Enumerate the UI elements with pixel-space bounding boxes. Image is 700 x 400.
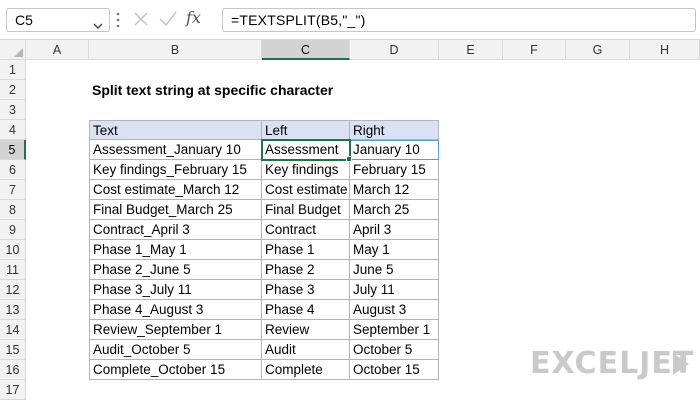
right-cell[interactable]: August 3: [350, 300, 439, 320]
chevron-down-icon[interactable]: [93, 17, 103, 35]
left-cell[interactable]: Assessment: [261, 139, 351, 161]
row-header-13[interactable]: 13: [0, 300, 26, 320]
right-cell[interactable]: January 10: [350, 140, 439, 160]
exceljet-logo-icon: [670, 351, 692, 382]
left-cell[interactable]: Phase 4: [262, 300, 350, 320]
text-cell[interactable]: Phase 3_July 11: [89, 280, 262, 300]
left-cell[interactable]: Key findings: [262, 160, 350, 180]
left-cell[interactable]: Review: [262, 320, 350, 340]
right-cell[interactable]: February 15: [350, 160, 439, 180]
right-cell[interactable]: September 1: [350, 320, 439, 340]
column-header-f[interactable]: F: [503, 40, 566, 60]
column-header-a[interactable]: A: [26, 40, 89, 60]
sheet-title: Split text string at specific character: [92, 82, 334, 98]
formula-input[interactable]: =TEXTSPLIT(B5,"_"): [222, 8, 696, 32]
row-header-17[interactable]: 17: [0, 380, 26, 400]
right-cell[interactable]: May 1: [350, 240, 439, 260]
text-cell[interactable]: Review_September 1: [89, 320, 262, 340]
left-cell[interactable]: Cost estimate: [262, 180, 350, 200]
column-header-h[interactable]: H: [630, 40, 700, 60]
text-cell[interactable]: Cost estimate_March 12: [89, 180, 262, 200]
column-header-c[interactable]: C: [262, 40, 350, 60]
right-cell[interactable]: April 3: [350, 220, 439, 240]
row-header-16[interactable]: 16: [0, 360, 26, 380]
formula-bar: C5 fx =TEXTSPLIT(B5,"_"): [0, 0, 700, 40]
row-header-9[interactable]: 9: [0, 220, 26, 240]
more-options-icon[interactable]: [116, 11, 120, 34]
formula-text: =TEXTSPLIT(B5,"_"): [231, 12, 366, 28]
left-cell[interactable]: Phase 1: [262, 240, 350, 260]
right-cell[interactable]: October 15: [350, 360, 439, 380]
table-header-left[interactable]: Left: [262, 120, 350, 140]
column-header-g[interactable]: G: [566, 40, 630, 60]
text-cell[interactable]: Key findings_February 15: [89, 160, 262, 180]
left-cell[interactable]: Contract: [262, 220, 350, 240]
table-header-text[interactable]: Text: [89, 120, 262, 140]
left-cell[interactable]: Phase 3: [262, 280, 350, 300]
row-header-1[interactable]: 1: [0, 60, 26, 80]
right-cell[interactable]: March 25: [350, 200, 439, 220]
text-cell[interactable]: Assessment_January 10: [89, 140, 262, 160]
row-header-15[interactable]: 15: [0, 340, 26, 360]
column-header-b[interactable]: B: [89, 40, 262, 60]
column-header-e[interactable]: E: [439, 40, 503, 60]
insert-function-icon[interactable]: fx: [186, 8, 201, 27]
name-box-value: C5: [15, 12, 33, 28]
right-cell[interactable]: July 11: [350, 280, 439, 300]
text-cell[interactable]: Phase 4_August 3: [89, 300, 262, 320]
text-cell[interactable]: Phase 1_May 1: [89, 240, 262, 260]
row-header-3[interactable]: 3: [0, 100, 26, 120]
name-box[interactable]: C5: [6, 8, 110, 32]
row-header-12[interactable]: 12: [0, 280, 26, 300]
row-header-8[interactable]: 8: [0, 200, 26, 220]
text-cell[interactable]: Audit_October 5: [89, 340, 262, 360]
right-cell[interactable]: March 12: [350, 180, 439, 200]
select-all-corner[interactable]: [0, 40, 26, 60]
left-cell[interactable]: Phase 2: [262, 260, 350, 280]
formula-buttons: fx: [128, 8, 220, 32]
row-header-7[interactable]: 7: [0, 180, 26, 200]
left-cell[interactable]: Audit: [262, 340, 350, 360]
left-cell[interactable]: Final Budget: [262, 200, 350, 220]
text-cell[interactable]: Final Budget_March 25: [89, 200, 262, 220]
row-header-2[interactable]: 2: [0, 80, 26, 100]
left-cell[interactable]: Complete: [262, 360, 350, 380]
confirm-icon[interactable]: [158, 10, 178, 33]
column-header-d[interactable]: D: [350, 40, 439, 60]
row-header-14[interactable]: 14: [0, 320, 26, 340]
right-cell[interactable]: October 5: [350, 340, 439, 360]
text-cell[interactable]: Phase 2_June 5: [89, 260, 262, 280]
table-header-right[interactable]: Right: [350, 120, 439, 140]
fill-handle[interactable]: [346, 156, 352, 162]
row-header-10[interactable]: 10: [0, 240, 26, 260]
text-cell[interactable]: Complete_October 15: [89, 360, 262, 380]
right-cell[interactable]: June 5: [350, 260, 439, 280]
row-header-11[interactable]: 11: [0, 260, 26, 280]
row-header-4[interactable]: 4: [0, 120, 26, 140]
text-cell[interactable]: Contract_April 3: [89, 220, 262, 240]
cancel-icon[interactable]: [132, 10, 150, 33]
row-header-5[interactable]: 5: [0, 140, 26, 160]
row-header-6[interactable]: 6: [0, 160, 26, 180]
